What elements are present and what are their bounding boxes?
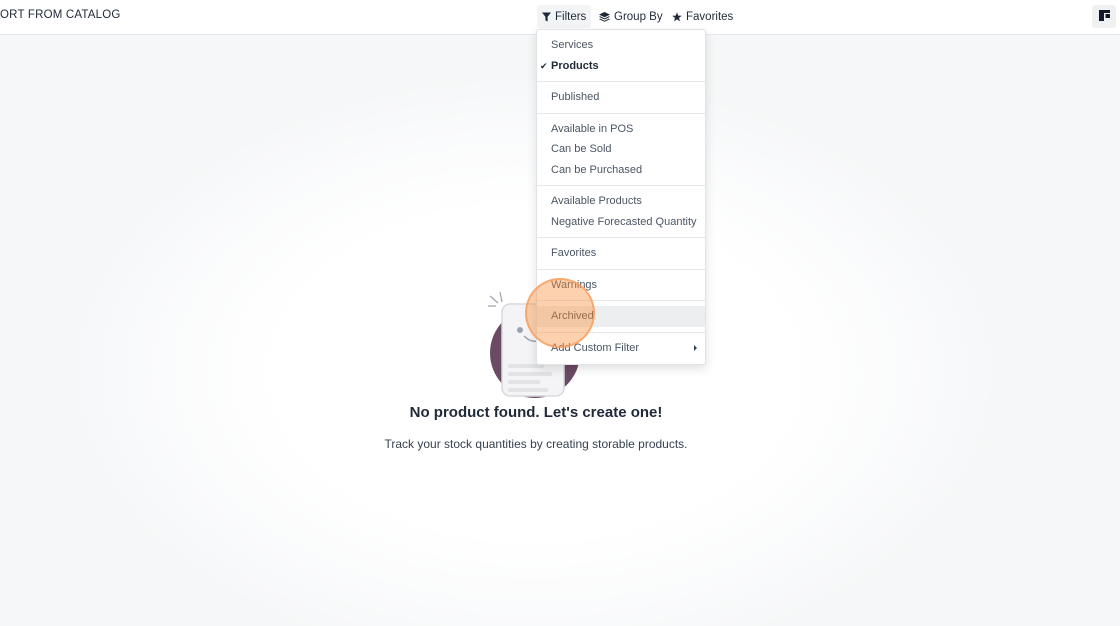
- menu-divider: [537, 268, 705, 270]
- filter-item-can-be-sold[interactable]: Can be Sold: [537, 139, 705, 160]
- filter-item-label: Available Products: [551, 195, 642, 207]
- filter-item-available-in-pos[interactable]: Available in POS: [537, 119, 705, 140]
- filter-item-label: Negative Forecasted Quantity: [551, 215, 697, 228]
- add-custom-filter-item[interactable]: Add Custom Filter: [537, 338, 705, 359]
- filter-item-label: Archived: [551, 310, 594, 322]
- filter-item-label: Available in POS: [551, 122, 634, 135]
- menu-divider: [537, 185, 705, 186]
- funnel-icon: [542, 12, 551, 22]
- filter-item-label: Add Custom Filter: [551, 341, 640, 354]
- filter-item-negative-forecasted-quantity[interactable]: Negative Forecasted Quantity: [537, 212, 705, 233]
- menu-divider: [537, 331, 705, 333]
- checkmark-icon: ✔: [540, 60, 548, 71]
- filter-item-label: Published: [551, 91, 600, 103]
- menu-divider: [537, 300, 705, 301]
- menu-divider: [537, 112, 705, 114]
- empty-state-description: Track your stock quantities by creating …: [384, 437, 688, 451]
- filters-dropdown-menu: Services ✔ Products Published Available …: [536, 29, 706, 365]
- filter-item-can-be-purchased[interactable]: Can be Purchased: [537, 160, 705, 181]
- menu-divider: [537, 81, 705, 82]
- filter-item-products[interactable]: ✔ Products: [537, 56, 705, 77]
- filter-item-warnings[interactable]: Warnings: [537, 275, 705, 296]
- filter-item-archived[interactable]: Archived: [537, 306, 705, 327]
- group-by-button[interactable]: Group By: [594, 5, 668, 28]
- favorites-button[interactable]: Favorites: [667, 5, 738, 28]
- star-icon: [672, 11, 682, 22]
- group-by-label: Group By: [614, 10, 663, 23]
- layout-toggle-button[interactable]: [1092, 5, 1116, 28]
- filters-label: Filters: [555, 10, 587, 23]
- filter-item-available-products[interactable]: Available Products: [537, 191, 705, 212]
- filter-item-services[interactable]: Services: [537, 35, 705, 56]
- filter-item-label: Can be Purchased: [551, 163, 643, 176]
- filter-item-label: Warnings: [551, 278, 598, 291]
- filter-item-label: Services: [551, 39, 594, 51]
- layers-icon: [599, 11, 610, 22]
- caret-right-icon: [694, 344, 697, 351]
- empty-state-title: No product found. Let's create one!: [409, 404, 663, 421]
- filter-item-label: Can be Sold: [551, 143, 612, 155]
- filter-item-favorites[interactable]: Favorites: [537, 243, 705, 264]
- filter-item-label: Favorites: [551, 247, 597, 259]
- filters-button[interactable]: Filters: [537, 5, 592, 28]
- filter-item-label: Products: [551, 59, 599, 72]
- filter-item-published[interactable]: Published: [537, 87, 705, 108]
- favorites-label: Favorites: [686, 10, 734, 23]
- menu-divider: [537, 237, 705, 238]
- import-from-catalog-button[interactable]: ORT FROM CATALOG: [0, 9, 121, 21]
- layout-panel-icon: [1098, 8, 1110, 26]
